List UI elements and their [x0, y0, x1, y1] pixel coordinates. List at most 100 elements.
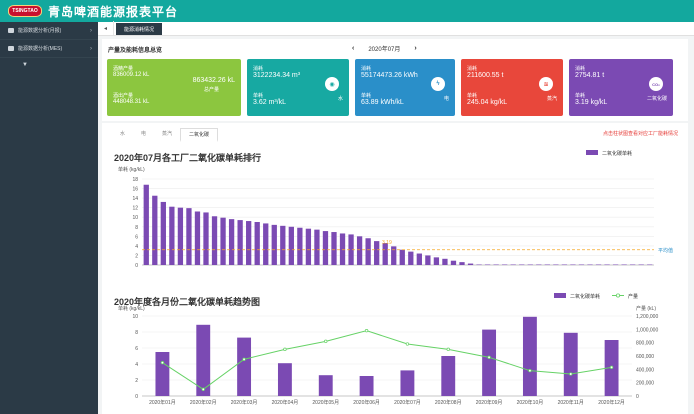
card-water[interactable]: 消耗 3122234.34 m³ 单耗 3.62 m³/kL ◉ 水 [247, 59, 349, 116]
app-header: TSINGTAO 青岛啤酒能源报表平台 [0, 0, 694, 22]
subtab-steam[interactable]: 蒸汽 [154, 128, 180, 142]
sidebar-item-mes[interactable]: 能源数据分析(MES) › [0, 40, 98, 58]
bar [322, 231, 329, 265]
x-tick-label: 2020年09月 [476, 399, 503, 406]
bar [638, 264, 644, 266]
y2-tick-label: 800,000 [636, 341, 654, 347]
y-tick-label: 8 [135, 225, 138, 231]
bar [271, 224, 277, 265]
sidebar-item-label: 能源数据分析(月报) [18, 28, 62, 34]
card-label: 酒出产量 [113, 93, 134, 99]
bar [527, 264, 533, 266]
bar [400, 370, 415, 396]
legend-swatch [554, 293, 566, 298]
bar [408, 251, 414, 265]
y-tick-label: 0 [135, 394, 138, 400]
bolt-icon: ϟ [431, 77, 445, 91]
report-icon [8, 28, 14, 33]
y-tick-label: 12 [132, 206, 138, 212]
bar [621, 264, 627, 266]
yield-line [162, 330, 612, 390]
bar [433, 257, 440, 265]
bar [502, 264, 508, 266]
chart-panel: 水 电 蒸汽 二氧化碳 点击柱状图查看对应工厂能耗情况 2020年07月各工厂二… [102, 123, 688, 414]
monthly-trend-chart: 单耗 (kg/kL) 产量 (kL) 二氧化碳单耗 产量 0 2 4 6 8 10 0 200,000… [118, 293, 658, 406]
bar [536, 264, 542, 266]
tab-bar: ◂ 能源消耗情况 [98, 21, 694, 36]
bar [374, 241, 380, 265]
chevron-right-icon: › [90, 45, 92, 52]
yield-point [569, 372, 573, 376]
y-tick-label: 14 [132, 196, 138, 202]
card-label: 单耗 [253, 93, 264, 99]
back-icon[interactable]: ◂ [98, 21, 114, 35]
x-tick-label: 2020年08月 [435, 399, 462, 406]
y-tick-label: 4 [135, 362, 138, 368]
sidebar: 能源数据分析(月报) › 能源数据分析(MES) › ▼ [0, 22, 98, 414]
card-value: 448048.31 kL [113, 99, 150, 105]
bar [331, 232, 337, 265]
x-tick-label: 2020年05月 [312, 399, 339, 406]
card-steam[interactable]: 消耗 211600.55 t 单耗 245.04 kg/kL ≋ 蒸汽 [461, 59, 563, 116]
card-yield: 酒精产量 836009.12 kL 酒出产量 448048.31 kL 8634… [107, 59, 241, 116]
current-month: 2020年07月 [368, 47, 401, 53]
average-value-label: 3.19 [382, 240, 392, 246]
card-label: 消耗 [575, 66, 586, 72]
bar [544, 264, 550, 266]
card-value: 63.89 kWh/kL [361, 99, 404, 106]
y-tick-label: 6 [135, 346, 138, 352]
yield-point [405, 342, 410, 346]
x-tick-label: 2020年01月 [149, 399, 176, 406]
collapse-caret-icon[interactable]: ▼ [0, 62, 98, 68]
legend-label: 产量 [628, 293, 638, 300]
subtab-co2[interactable]: 二氧化碳 [180, 128, 219, 142]
bar [578, 264, 585, 266]
bar [339, 233, 346, 265]
bar [211, 216, 218, 265]
yield-point [283, 347, 287, 351]
yield-point [324, 339, 328, 343]
tab-energy-consumption[interactable]: 能源消耗情况 [116, 23, 163, 35]
subtab-water[interactable]: 水 [112, 128, 133, 142]
bar [228, 219, 235, 265]
report-icon [8, 46, 14, 51]
bar [391, 246, 397, 265]
prev-month-icon[interactable]: ‹ [352, 45, 354, 52]
bar [194, 211, 201, 265]
card-power[interactable]: 消耗 55174473.26 kWh 单耗 63.89 kWh/kL ϟ 电 [355, 59, 455, 116]
legend-label: 二氧化碳单耗 [602, 150, 632, 157]
y2-tick-label: 1,200,000 [636, 314, 658, 320]
bar [416, 253, 422, 265]
bar [612, 264, 619, 266]
bar [484, 264, 491, 266]
yield-point [201, 387, 205, 391]
month-selector: ‹ 2020年07月 › [352, 44, 417, 53]
sidebar-item-label: 能源数据分析(MES) [18, 46, 63, 52]
bar [143, 184, 149, 265]
sidebar-item-monthly[interactable]: 能源数据分析(月报) › [0, 22, 98, 40]
bar [177, 207, 184, 265]
yield-point [446, 347, 450, 351]
card-co2[interactable]: 消耗 2754.81 t 单耗 3.19 kg/kL CO₂ 二氧化碳 [569, 59, 673, 116]
subtab-power[interactable]: 电 [133, 128, 154, 142]
bar [493, 264, 499, 266]
next-month-icon[interactable]: › [414, 45, 416, 52]
bar [441, 356, 456, 396]
card-label: 单耗 [575, 93, 586, 99]
bar [155, 352, 170, 396]
bar [476, 264, 482, 266]
bar [318, 375, 333, 396]
bar [482, 329, 497, 396]
card-value: 245.04 kg/kL [467, 99, 508, 106]
bar [356, 236, 363, 265]
bar [263, 223, 269, 265]
x-tick-label: 2020年10月 [517, 399, 544, 406]
card-value: 3.19 kg/kL [575, 99, 608, 106]
factory-ranking-chart: 单耗 (kg/kL) 二氧化碳单耗 0 2 4 6 8 10 12 14 16 18 3.19 平均值 [118, 150, 673, 269]
bar [152, 195, 158, 265]
bar [519, 264, 525, 266]
card-label: 消耗 [361, 66, 372, 72]
bar [365, 238, 371, 265]
bar [314, 229, 320, 265]
bar [563, 332, 578, 396]
